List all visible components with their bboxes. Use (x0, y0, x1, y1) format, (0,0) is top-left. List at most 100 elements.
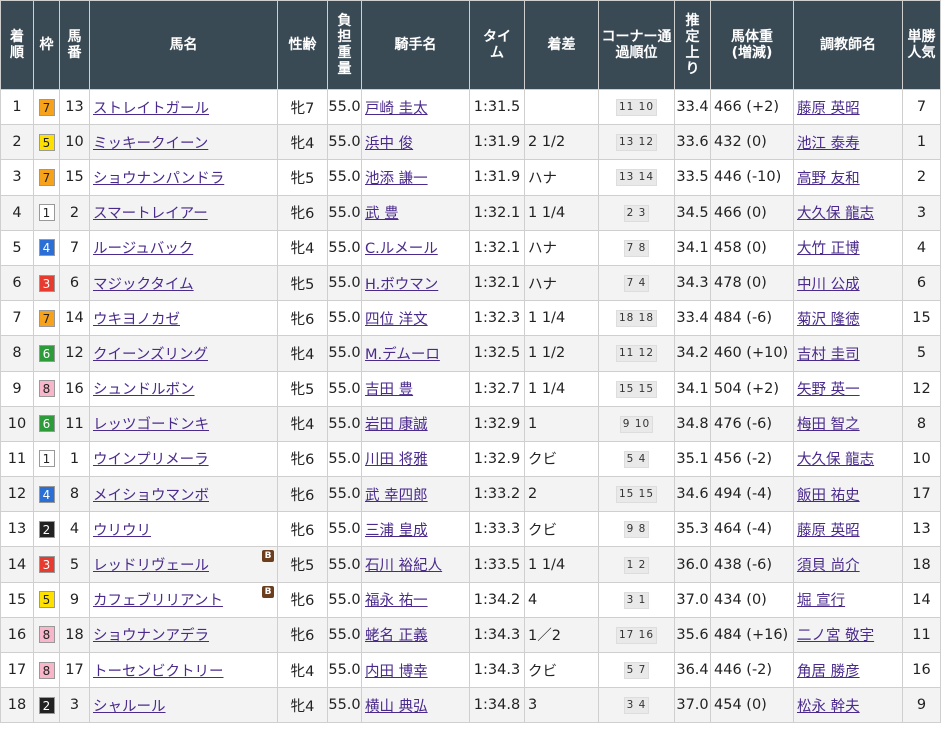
horse-number: 14 (59, 300, 90, 337)
jockey-link[interactable]: M.デムーロ (365, 347, 440, 363)
corner-positions: 15 15 (615, 380, 658, 398)
jockey-cell: 武 幸四郎 (361, 476, 470, 513)
trainer-link[interactable]: 池江 泰寿 (797, 136, 860, 152)
sex-age: 牝6 (277, 300, 328, 337)
horse-number: 16 (59, 370, 90, 407)
trainer-cell: 中川 公成 (793, 264, 903, 302)
horse-name-link[interactable]: ウリウリ (93, 523, 151, 539)
jockey-link[interactable]: 蛯名 正義 (365, 628, 428, 644)
jockey-link[interactable]: C.ルメール (365, 241, 438, 257)
sex-age: 牝4 (277, 687, 328, 724)
horse-name-link[interactable]: シュンドルボン (93, 382, 195, 398)
win-popularity: 18 (902, 546, 941, 583)
horse-name-link[interactable]: マジックタイム (93, 277, 194, 293)
trainer-link[interactable]: 松永 幹夫 (797, 699, 860, 715)
margin: クビ (524, 651, 599, 689)
jockey-cell: H.ボウマン (361, 264, 470, 302)
trainer-cell: 須貝 尚介 (793, 546, 903, 583)
trainer-link[interactable]: 高野 友和 (797, 171, 860, 187)
jockey-link[interactable]: 戸崎 圭太 (365, 101, 428, 117)
jockey-link[interactable]: 川田 将雅 (365, 452, 428, 468)
horse-name-link[interactable]: メイショウマンボ (93, 488, 209, 504)
horse-name-link[interactable]: レッドリヴェール (93, 558, 209, 574)
sex-age: 牝7 (277, 88, 328, 126)
horse-name-link[interactable]: ウキヨノカゼ (93, 312, 180, 328)
waku-badge: 1 (38, 450, 55, 468)
jockey-link[interactable]: 吉田 豊 (365, 382, 413, 398)
jockey-link[interactable]: 武 豊 (365, 206, 399, 222)
waku-badge: 5 (38, 133, 55, 151)
horse-name-link[interactable]: ショウナンアデラ (93, 628, 209, 644)
horse-name-link[interactable]: ミッキークイーン (93, 136, 208, 152)
margin: ハナ (524, 229, 599, 266)
weight-carried: 55.0 (327, 440, 362, 478)
trainer-link[interactable]: 二ノ宮 敬宇 (797, 628, 874, 644)
horse-name-link[interactable]: ショウナンパンドラ (93, 171, 224, 187)
horse-name-link[interactable]: ストレイトガール (93, 101, 209, 117)
jockey-link[interactable]: 横山 典弘 (365, 699, 428, 715)
trainer-link[interactable]: 藤原 英昭 (797, 101, 860, 117)
horse-name-link[interactable]: クイーンズリング (93, 347, 208, 363)
horse-name-link[interactable]: スマートレイアー (93, 206, 208, 222)
trainer-link[interactable]: 須貝 尚介 (797, 558, 860, 574)
finish-rank: 10 (0, 405, 34, 442)
trainer-link[interactable]: 飯田 祐史 (797, 488, 860, 504)
horse-name-cell: シャルール (89, 687, 278, 724)
horse-name-cell: ウインプリメーラ (89, 440, 278, 478)
finish-rank: 1 (0, 88, 34, 126)
trainer-link[interactable]: 矢野 英一 (797, 382, 860, 398)
waku-cell: 3 (33, 546, 60, 583)
trainer-link[interactable]: 吉村 圭司 (797, 347, 860, 363)
horse-name-link[interactable]: レッツゴードンキ (93, 417, 209, 433)
weight-carried: 55.0 (327, 370, 362, 407)
race-time: 1:32.3 (469, 300, 525, 337)
header-corner-position: コーナー通過順位 (598, 0, 675, 90)
finish-rank: 4 (0, 194, 34, 231)
trainer-link[interactable]: 大久保 龍志 (797, 206, 874, 222)
trainer-link[interactable]: 梅田 智之 (797, 417, 860, 433)
jockey-link[interactable]: 四位 洋文 (365, 312, 428, 328)
finish-rank: 16 (0, 616, 34, 654)
trainer-link[interactable]: 藤原 英昭 (797, 523, 860, 539)
sex-age: 牝4 (277, 405, 328, 442)
finish-rank: 6 (0, 264, 34, 302)
trainer-link[interactable]: 菊沢 隆徳 (797, 312, 860, 328)
corner-cell: 18 18 (598, 300, 675, 337)
horse-name-link[interactable]: トーセンビクトリー (93, 664, 224, 680)
corner-positions: 11 12 (615, 345, 658, 363)
trainer-link[interactable]: 堀 宣行 (797, 593, 845, 609)
last-3f: 33.6 (674, 124, 711, 161)
corner-positions: 13 14 (615, 169, 658, 187)
jockey-cell: 浜中 俊 (361, 124, 470, 161)
margin: クビ (524, 440, 599, 478)
jockey-link[interactable]: H.ボウマン (365, 277, 438, 293)
corner-positions: 17 16 (615, 626, 658, 644)
trainer-link[interactable]: 中川 公成 (797, 277, 860, 293)
corner-cell: 2 3 (598, 194, 675, 231)
waku-cell: 4 (33, 229, 60, 266)
corner-positions: 9 10 (619, 415, 654, 433)
jockey-link[interactable]: 池添 謙一 (365, 171, 428, 187)
horse-name-link[interactable]: ウインプリメーラ (93, 452, 209, 468)
jockey-link[interactable]: 武 幸四郎 (365, 488, 428, 504)
jockey-link[interactable]: 浜中 俊 (365, 136, 413, 152)
horse-name-link[interactable]: シャルール (93, 699, 166, 715)
trainer-link[interactable]: 大竹 正博 (797, 241, 860, 257)
sex-age: 牝4 (277, 335, 328, 372)
trainer-link[interactable]: 大久保 龍志 (797, 452, 874, 468)
horse-name-link[interactable]: カフェブリリアント (93, 593, 223, 609)
jockey-link[interactable]: 岩田 康誠 (365, 417, 428, 433)
margin: 1 1/4 (524, 546, 599, 583)
horse-name-link[interactable]: ルージュバック (93, 241, 193, 257)
trainer-link[interactable]: 角居 勝彦 (797, 664, 860, 680)
win-popularity: 15 (902, 300, 941, 337)
win-popularity: 9 (902, 687, 941, 724)
jockey-link[interactable]: 福永 祐一 (365, 593, 428, 609)
sex-age: 牝4 (277, 124, 328, 161)
jockey-link[interactable]: 三浦 皇成 (365, 523, 428, 539)
jockey-cell: 福永 祐一 (361, 581, 470, 618)
jockey-link[interactable]: 内田 博幸 (365, 664, 428, 680)
last-3f: 33.4 (674, 88, 711, 126)
jockey-link[interactable]: 石川 裕紀人 (365, 558, 442, 574)
finish-rank: 15 (0, 581, 34, 618)
